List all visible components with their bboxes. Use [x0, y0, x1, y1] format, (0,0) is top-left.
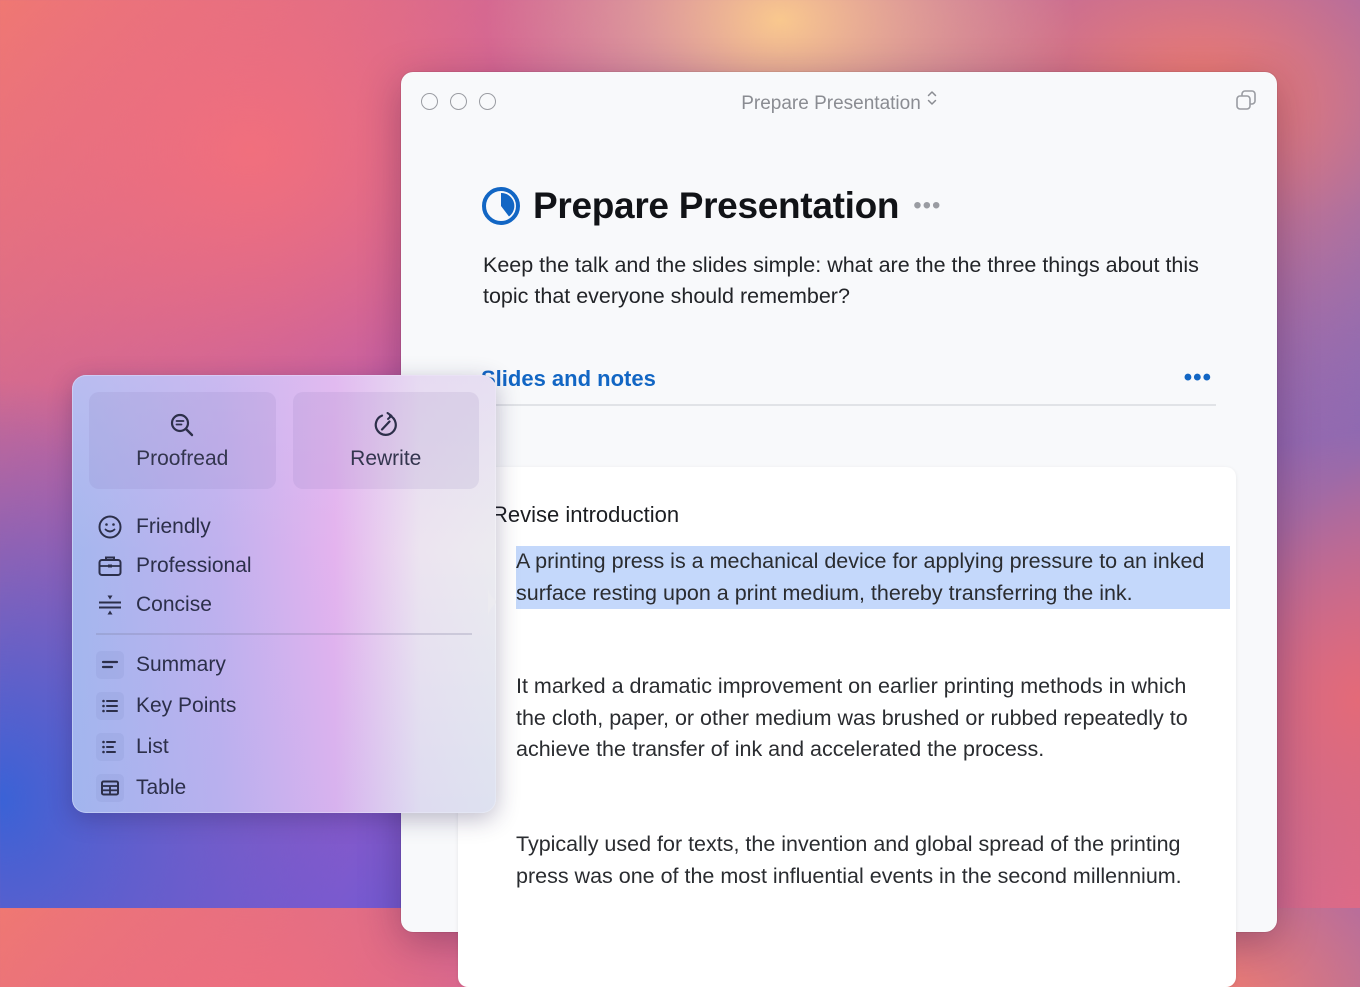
task-title[interactable]: Revise introduction — [492, 502, 679, 528]
table-icon — [96, 773, 124, 802]
menu-item-label: Friendly — [136, 514, 211, 538]
window-title: Prepare Presentation — [741, 93, 921, 114]
copy-window-icon[interactable] — [1235, 89, 1257, 111]
rewrite-button[interactable]: Rewrite — [292, 392, 479, 489]
note-paragraph[interactable]: It marked a dramatic improvement on earl… — [516, 671, 1216, 766]
menu-item-table[interactable]: Table — [96, 767, 476, 808]
proofread-button[interactable]: Proofread — [89, 392, 276, 489]
section-more-button[interactable]: ••• — [1184, 364, 1212, 392]
page-title: Prepare Presentation ••• — [481, 185, 941, 227]
page-description[interactable]: Keep the talk and the slides simple: wha… — [483, 250, 1203, 312]
app-window: Prepare Presentation Prepare Presentatio… — [401, 72, 1277, 987]
menu-item-label: Professional — [136, 553, 252, 577]
menu-item-list[interactable]: List — [96, 726, 476, 767]
menu-item-key-points[interactable]: Key Points — [96, 685, 476, 726]
section-header: Slides and notes ••• — [481, 364, 1216, 406]
menu-item-label: Table — [136, 775, 187, 799]
note-paragraph[interactable]: Typically used for texts, the invention … — [516, 829, 1216, 892]
menu-item-professional[interactable]: Professional — [96, 546, 476, 585]
task-card: Revise introduction A printing press is … — [458, 467, 1236, 987]
primary-actions: Proofread Rewrite — [89, 392, 479, 489]
selected-text[interactable]: A printing press is a mechanical device … — [516, 546, 1230, 609]
page-more-button[interactable]: ••• — [913, 192, 941, 220]
summary-lines-icon — [96, 650, 124, 679]
menu-item-label: Summary — [136, 652, 226, 676]
menu-item-label: Key Points — [136, 693, 237, 717]
note-paragraph[interactable]: A printing press is a mechanical device … — [516, 546, 1230, 609]
writing-tools-menu: Friendly Professional Concise Summary Ke… — [96, 507, 476, 808]
page-title-text: Prepare Presentation — [533, 185, 900, 226]
list-icon — [96, 732, 124, 761]
task-row: Revise introduction — [460, 502, 679, 528]
proofread-magnifier-icon — [168, 411, 196, 439]
briefcase-icon — [96, 552, 124, 580]
rewrite-cycle-icon — [372, 411, 400, 439]
rewrite-label: Rewrite — [350, 446, 422, 470]
menu-item-friendly[interactable]: Friendly — [96, 507, 476, 546]
popover-arrow — [488, 587, 496, 617]
section-title[interactable]: Slides and notes — [481, 366, 656, 392]
progress-ring-icon[interactable] — [481, 186, 521, 226]
compress-icon — [96, 591, 124, 619]
menu-item-label: List — [136, 734, 169, 758]
proofread-label: Proofread — [136, 446, 229, 470]
smiley-icon — [96, 513, 124, 541]
menu-divider — [96, 633, 472, 635]
chevron-updown-icon — [927, 89, 937, 110]
menu-item-summary[interactable]: Summary — [96, 644, 476, 685]
bullet-list-icon — [96, 691, 124, 720]
writing-tools-popover: Proofread Rewrite Friendly Professional — [72, 375, 496, 813]
menu-item-label: Concise — [136, 592, 212, 616]
window-title-menu[interactable]: Prepare Presentation — [401, 89, 1277, 115]
menu-item-concise[interactable]: Concise — [96, 585, 476, 624]
